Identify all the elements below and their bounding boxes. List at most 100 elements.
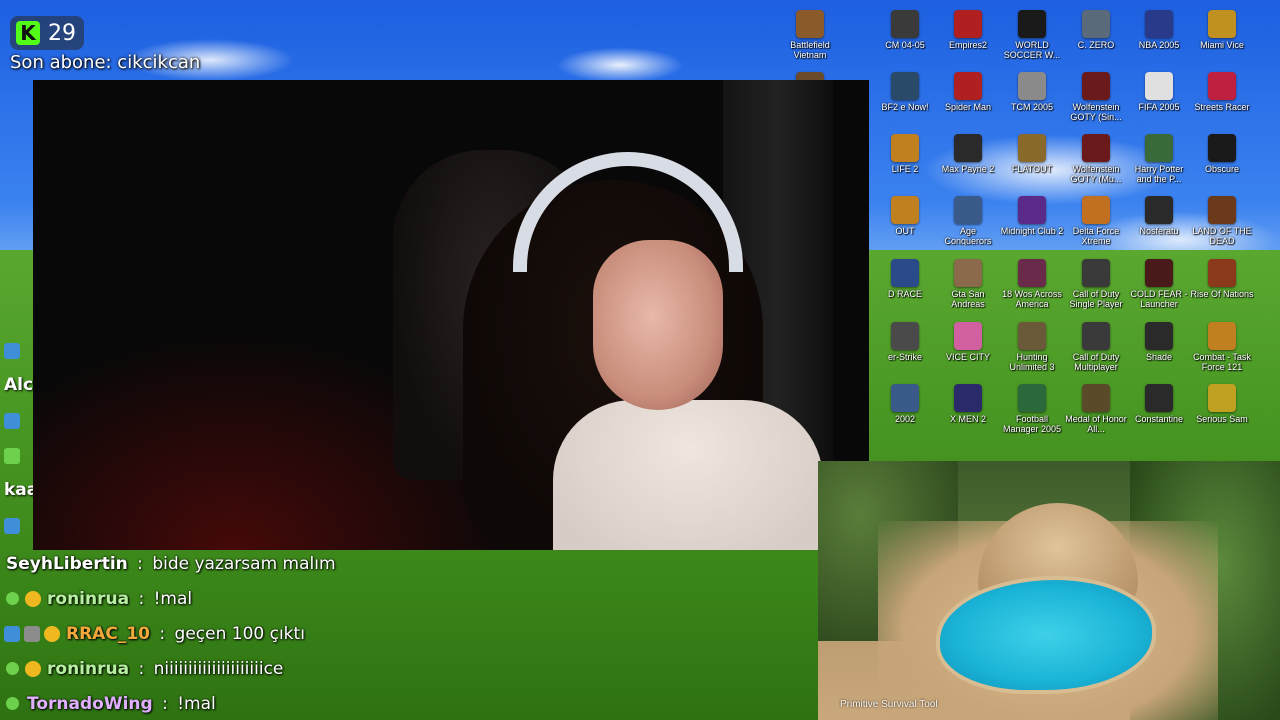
desktop-icon-label: 18 Wos Across America [1002, 289, 1062, 309]
chat-message-text: geçen 100 çıktı [174, 623, 305, 644]
desktop-icon[interactable]: VICE CITY [936, 316, 1000, 376]
game-icon [891, 10, 919, 38]
desktop-icon[interactable]: Hunting Unlimited 3 [1000, 316, 1064, 376]
desktop-icon[interactable]: Serious Sam [1190, 378, 1254, 438]
desktop-icon-label: Gta San Andreas [951, 289, 985, 309]
chat-separator: : [133, 658, 150, 679]
desktop-icon-label: X MEN 2 [949, 414, 986, 424]
game-icon [954, 384, 982, 412]
desktop-icon[interactable]: Midnight Club 2 [1000, 190, 1064, 250]
desktop-icon-label: Miami Vice [1200, 40, 1244, 50]
game-icon [954, 134, 982, 162]
desktop-icon[interactable]: C. ZERO [1064, 4, 1128, 64]
desktop-icon[interactable]: Constantine [1127, 378, 1191, 438]
desktop-icon-label: Hunting Unlimited 3 [1009, 352, 1055, 372]
desktop-icon[interactable]: Call of Duty Multiplayer [1064, 316, 1128, 376]
desktop-icon-label: Obscure [1204, 164, 1239, 174]
desktop-icon[interactable]: TCM 2005 [1000, 66, 1064, 126]
desktop-icon[interactable]: COLD FEAR - Launcher [1127, 253, 1191, 313]
desktop-icon[interactable]: Age Conquerors [936, 190, 1000, 250]
chat-message: roninrua : niiiiiiiiiiiiiiiiiiiiice [3, 651, 804, 686]
desktop-icon-label: Combat - Task Force 121 [1193, 352, 1251, 372]
game-icon [1018, 259, 1046, 287]
desktop-icon-label: 2002 [894, 414, 916, 424]
game-icon [1018, 322, 1046, 350]
desktop-icon-label: WORLD SOCCER W... [1003, 40, 1061, 60]
desktop-icon[interactable]: Miami Vice [1190, 4, 1254, 64]
chat-username[interactable]: roninrua [47, 589, 129, 609]
desktop-icon[interactable]: Combat - Task Force 121 [1190, 316, 1254, 376]
desktop-icon[interactable]: FIFA 2005 [1127, 66, 1191, 126]
desktop-icon[interactable]: WORLD SOCCER W... [1000, 4, 1064, 64]
game-icon [954, 196, 982, 224]
chat-message-text: bide yazarsam malım [152, 553, 336, 574]
game-icon [954, 10, 982, 38]
desktop-icon-label: FIFA 2005 [1138, 102, 1180, 112]
desktop-icon[interactable]: Max Payne 2 [936, 128, 1000, 188]
game-icon [891, 196, 919, 224]
desktop-icon[interactable]: 2002 [873, 378, 937, 438]
chat-username[interactable]: RRAC_10 [66, 624, 150, 644]
badge-icon [4, 412, 20, 429]
game-icon [1082, 322, 1110, 350]
desktop-icon-label: Rise Of Nations [1190, 289, 1254, 299]
chat-separator: : [133, 588, 150, 609]
desktop-icon-label: COLD FEAR - Launcher [1130, 289, 1188, 309]
desktop-icon-label: Wolfenstein GOTY (Sin... [1070, 102, 1122, 122]
desktop-icon[interactable]: FLATOUT [1000, 128, 1064, 188]
desktop-icon-label: NBA 2005 [1138, 40, 1180, 50]
chat-separator: : [156, 693, 174, 714]
chat-stub-text: Alc [4, 375, 34, 395]
desktop-icon[interactable]: Football Manager 2005 [1000, 378, 1064, 438]
desktop-icon-label: Call of Duty Single Player [1069, 289, 1123, 309]
chat-username[interactable]: TornadoWing [27, 694, 153, 714]
desktop-icon[interactable]: BF2 e Now! [873, 66, 937, 126]
game-icon [1208, 134, 1236, 162]
desktop-icon-label: Empires2 [948, 40, 987, 50]
subscriber-widget: K 29 Son abone: cikcikcan [10, 16, 200, 73]
desktop-icon[interactable]: er-Strike [873, 316, 937, 376]
desktop-icon[interactable]: Shade [1127, 316, 1191, 376]
desktop-icon[interactable]: Gta San Andreas [936, 253, 1000, 313]
desktop-icon[interactable]: Delta Force Xtreme [1064, 190, 1128, 250]
desktop-icon[interactable]: Obscure [1190, 128, 1254, 188]
desktop-icon[interactable]: 18 Wos Across America [1000, 253, 1064, 313]
game-icon [1208, 322, 1236, 350]
coin-badge-icon [44, 625, 60, 642]
chat-stub-row [4, 340, 34, 360]
grey-badge-icon [24, 625, 40, 642]
desktop-icon[interactable]: Spider Man [936, 66, 1000, 126]
desktop-icon[interactable]: Call of Duty Single Player [1064, 253, 1128, 313]
desktop-icon[interactable]: LIFE 2 [873, 128, 937, 188]
chat-username[interactable]: SeyhLibertin [6, 554, 128, 574]
desktop-icon[interactable]: Nosferatu [1127, 190, 1191, 250]
desktop-icon[interactable]: D RACE [873, 253, 937, 313]
og-badge-icon [3, 694, 22, 713]
game-icon [1082, 72, 1110, 100]
chat-username[interactable]: roninrua [47, 659, 129, 679]
desktop-icon[interactable]: LAND OF THE DEAD [1190, 190, 1254, 250]
desktop-icon[interactable]: Wolfenstein GOTY (Mu... [1064, 128, 1128, 188]
desktop-icon[interactable]: Harry Potter and the P... [1127, 128, 1191, 188]
og-badge-icon [3, 589, 22, 608]
desktop-icon[interactable]: Empires2 [936, 4, 1000, 64]
desktop-icon[interactable]: Streets Racer [1190, 66, 1254, 126]
desktop-icon[interactable]: Wolfenstein GOTY (Sin... [1064, 66, 1128, 126]
game-icon [954, 259, 982, 287]
desktop-icon[interactable]: Battlefield Vietnam [778, 4, 842, 64]
desktop-icon-label: Wolfenstein GOTY (Mu... [1070, 164, 1122, 184]
desktop-icon[interactable]: OUT [873, 190, 937, 250]
desktop-icon-label: Constantine [1134, 414, 1184, 424]
desktop-icon[interactable]: X MEN 2 [936, 378, 1000, 438]
desktop-icon[interactable]: Medal of Honor All... [1064, 378, 1128, 438]
desktop-icon-label: Streets Racer [1194, 102, 1250, 112]
game-icon [1145, 10, 1173, 38]
game-icon [1145, 384, 1173, 412]
desktop-icon-label: Football Manager 2005 [1002, 414, 1062, 434]
desktop-icon[interactable]: CM 04-05 [873, 4, 937, 64]
coin-badge-icon [25, 660, 41, 677]
desktop-icon[interactable]: Rise Of Nations [1190, 253, 1254, 313]
desktop-icon[interactable]: NBA 2005 [1127, 4, 1191, 64]
game-icon [891, 259, 919, 287]
chat-message-text: niiiiiiiiiiiiiiiiiiiiice [153, 658, 284, 679]
